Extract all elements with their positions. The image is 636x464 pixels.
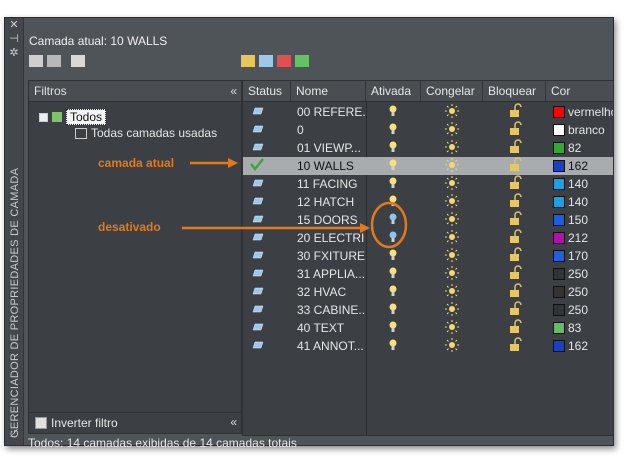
annotation-overlay — [182, 158, 408, 249]
arrow-head-current — [228, 158, 238, 168]
highlight-circle — [370, 201, 408, 249]
arrow-head-off — [360, 223, 370, 233]
